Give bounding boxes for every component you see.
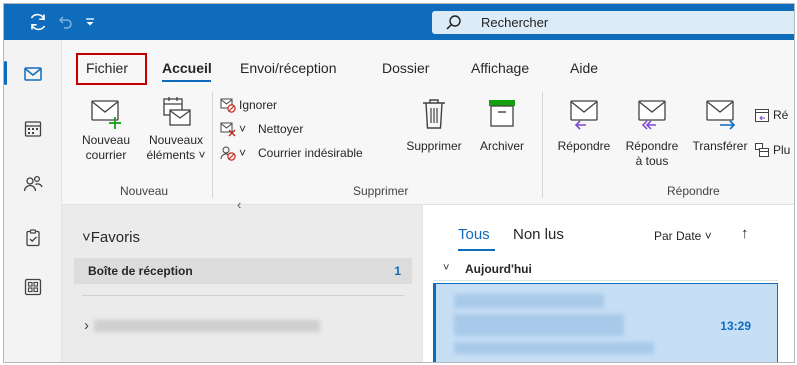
navigation-rail — [4, 40, 62, 362]
group-label-supprimer: Supprimer — [353, 184, 409, 198]
more-reply-icon — [755, 143, 769, 157]
ignore-icon — [220, 98, 236, 113]
search-icon — [446, 15, 461, 30]
group-label-nouveau: Nouveau — [120, 184, 169, 198]
undo-icon[interactable] — [54, 11, 76, 33]
message-list: Tous Non lus Par Date ˅ ↑ ˅ Aujourd'hui … — [422, 205, 794, 362]
calendar-icon[interactable] — [23, 119, 43, 139]
fichier-highlight-box — [76, 53, 147, 85]
new-mail-icon — [91, 100, 121, 129]
customize-quick-access-icon[interactable] — [79, 11, 101, 33]
forward-button[interactable]: Transférer — [688, 95, 752, 154]
reply-all-label-1: Répondre — [625, 139, 679, 153]
clean-icon — [220, 122, 236, 137]
forward-icon — [706, 100, 736, 130]
sort-direction-icon[interactable]: ↑ — [741, 225, 749, 242]
account-folder-row[interactable]: › — [82, 315, 404, 337]
group-separator — [212, 92, 213, 198]
tab-dossier[interactable]: Dossier — [382, 60, 429, 76]
message-item[interactable]: 13:29 — [433, 283, 778, 362]
active-list-tab-underline — [458, 249, 495, 251]
redacted-account-name — [94, 320, 320, 332]
clean-label: Nettoyer ˅ — [239, 122, 304, 136]
inbox-label: Boîte de réception — [88, 264, 193, 278]
search-box[interactable]: Rechercher — [432, 11, 794, 34]
reply-all-icon — [638, 100, 666, 130]
new-mail-button[interactable]: Nouveau courrier — [76, 95, 136, 163]
new-items-icon — [163, 97, 191, 126]
people-icon[interactable] — [23, 174, 43, 194]
ribbon: Fichier Accueil Envoi/réception Dossier … — [62, 40, 794, 205]
group-header-label: Aujourd'hui — [465, 262, 532, 276]
inbox-unread-count: 1 — [394, 264, 401, 278]
chevron-down-icon: ˅ — [443, 262, 450, 274]
redacted-subject — [454, 314, 624, 336]
title-bar: Rechercher — [4, 4, 794, 40]
mail-icon[interactable] — [23, 64, 43, 84]
delete-label: Supprimer — [406, 139, 462, 153]
favorites-header[interactable]: ˅Favoris — [82, 229, 140, 246]
junk-icon — [220, 146, 236, 161]
reply-button[interactable]: Répondre — [552, 95, 616, 154]
group-label-repondre: Répondre — [667, 184, 720, 198]
new-items-label-1: Nouveaux — [148, 133, 204, 147]
tab-aide[interactable]: Aide — [570, 60, 598, 76]
tab-all[interactable]: Tous — [458, 226, 490, 243]
sync-icon[interactable] — [27, 11, 49, 33]
trash-icon — [423, 99, 445, 129]
archive-icon — [489, 100, 515, 127]
reply-icon — [570, 100, 598, 130]
folder-pane: ‹ ˅Favoris Boîte de réception 1 › — [62, 197, 422, 362]
reply-all-button[interactable]: Répondre à tous — [620, 95, 684, 169]
tab-envoi-reception[interactable]: Envoi/réception — [240, 60, 337, 76]
apps-icon[interactable] — [23, 277, 43, 297]
favorites-label: Favoris — [90, 229, 140, 246]
collapse-pane-button[interactable]: ‹ — [237, 197, 241, 212]
forward-label: Transférer — [692, 139, 748, 153]
redacted-preview — [454, 342, 654, 354]
chevron-down-icon: ˅ — [82, 229, 91, 246]
new-mail-label-2: courrier — [85, 148, 127, 162]
redacted-sender — [454, 294, 604, 308]
tab-affichage[interactable]: Affichage — [471, 60, 529, 76]
group-separator — [542, 92, 543, 198]
active-indicator — [4, 61, 7, 85]
tasks-icon[interactable] — [23, 228, 43, 248]
tab-unread[interactable]: Non lus — [513, 226, 564, 243]
reply-label: Répondre — [557, 139, 611, 153]
tab-accueil[interactable]: Accueil — [162, 60, 212, 76]
new-mail-label-1: Nouveau — [81, 133, 131, 147]
message-group-header[interactable]: ˅ Aujourd'hui — [433, 259, 778, 281]
chevron-right-icon: › — [84, 317, 89, 334]
delete-button[interactable]: Supprimer — [402, 95, 466, 154]
sort-dropdown[interactable]: Par Date ˅ — [654, 229, 712, 243]
meeting-reply-label: Ré — [773, 108, 789, 122]
search-placeholder: Rechercher — [481, 15, 549, 30]
outlook-window: Rechercher Fichier Accueil Envoi/récepti… — [3, 3, 795, 363]
archive-label: Archiver — [479, 139, 524, 153]
junk-label: Courrier indésirable ˅ — [239, 146, 363, 160]
reply-all-label-2: à tous — [635, 154, 669, 168]
folder-divider — [82, 295, 404, 296]
ignore-label: Ignorer — [239, 98, 278, 112]
new-items-button[interactable]: Nouveaux éléments ˅ — [144, 95, 208, 163]
more-reply-label: Plu — [773, 143, 791, 157]
folder-inbox[interactable]: Boîte de réception 1 — [74, 258, 412, 284]
new-items-label-2: éléments ˅ — [146, 148, 206, 162]
archive-button[interactable]: Archiver — [472, 95, 532, 154]
meeting-reply-icon — [755, 109, 769, 122]
active-tab-underline — [162, 80, 211, 82]
message-time: 13:29 — [720, 319, 751, 333]
